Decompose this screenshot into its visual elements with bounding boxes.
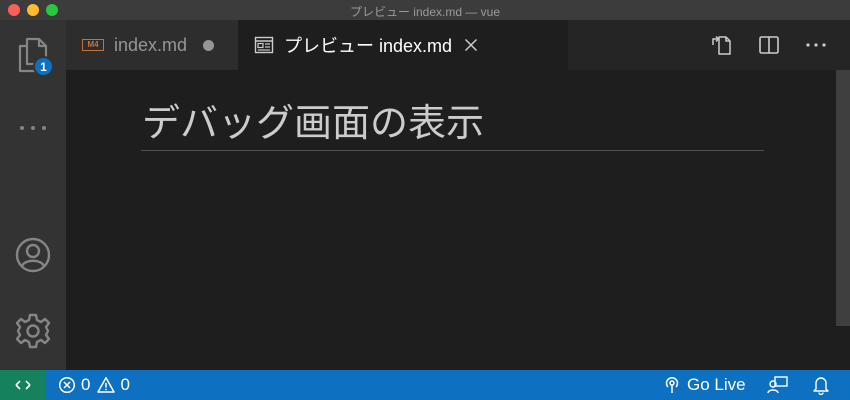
vertical-scrollbar[interactable] xyxy=(836,70,850,326)
unsaved-dot-icon[interactable] xyxy=(203,40,214,51)
error-icon xyxy=(58,376,76,394)
manage-button[interactable] xyxy=(0,312,66,350)
ellipsis-icon xyxy=(20,126,46,130)
tab-preview-index-md[interactable]: プレビュー index.md xyxy=(238,20,568,70)
go-live-button[interactable]: Go Live xyxy=(663,370,746,400)
gear-icon xyxy=(15,313,51,349)
preview-heading: デバッグ画面の表示 xyxy=(142,103,485,145)
open-source-button[interactable] xyxy=(710,20,734,70)
close-tab-icon[interactable] xyxy=(464,38,478,52)
editor-tabs-bar: M4 index.md プレビュー index.md xyxy=(66,20,850,70)
split-editor-icon xyxy=(759,36,779,54)
feedback-icon xyxy=(767,376,788,394)
tab-label: index.md xyxy=(114,34,188,55)
heading-divider xyxy=(141,150,764,151)
tab-index-md[interactable]: M4 index.md xyxy=(66,20,238,70)
markdown-preview-pane[interactable]: デバッグ画面の表示 xyxy=(66,70,850,370)
bell-icon xyxy=(813,377,829,395)
more-actions-button[interactable] xyxy=(804,20,828,70)
problems-button[interactable]: 0 0 xyxy=(58,370,130,400)
status-bar: 0 0 Go Live xyxy=(0,370,850,400)
notifications-button[interactable] xyxy=(812,370,830,400)
window-title: プレビュー index.md — vue xyxy=(349,5,501,19)
activity-bar: 1 xyxy=(0,20,66,370)
feedback-button[interactable] xyxy=(767,370,789,400)
markdown-file-icon: M4 xyxy=(82,39,104,51)
account-icon xyxy=(15,237,51,273)
remote-icon xyxy=(14,380,31,390)
explorer-badge: 1 xyxy=(33,56,54,77)
warning-icon xyxy=(97,377,116,393)
broadcast-icon xyxy=(665,376,679,393)
title-bar: プレビュー index.md — vue xyxy=(0,0,850,20)
split-editor-button[interactable] xyxy=(758,20,780,70)
tab-label: プレビュー index.md xyxy=(284,36,453,56)
accounts-button[interactable] xyxy=(0,236,66,274)
open-source-icon xyxy=(712,35,731,55)
more-views-button[interactable] xyxy=(0,118,66,138)
error-count: 0 xyxy=(81,375,91,394)
remote-indicator-button[interactable] xyxy=(0,370,45,400)
go-live-label: Go Live xyxy=(687,375,746,394)
preview-icon xyxy=(254,36,274,54)
warning-count: 0 xyxy=(120,375,130,394)
ellipsis-icon xyxy=(806,43,826,47)
